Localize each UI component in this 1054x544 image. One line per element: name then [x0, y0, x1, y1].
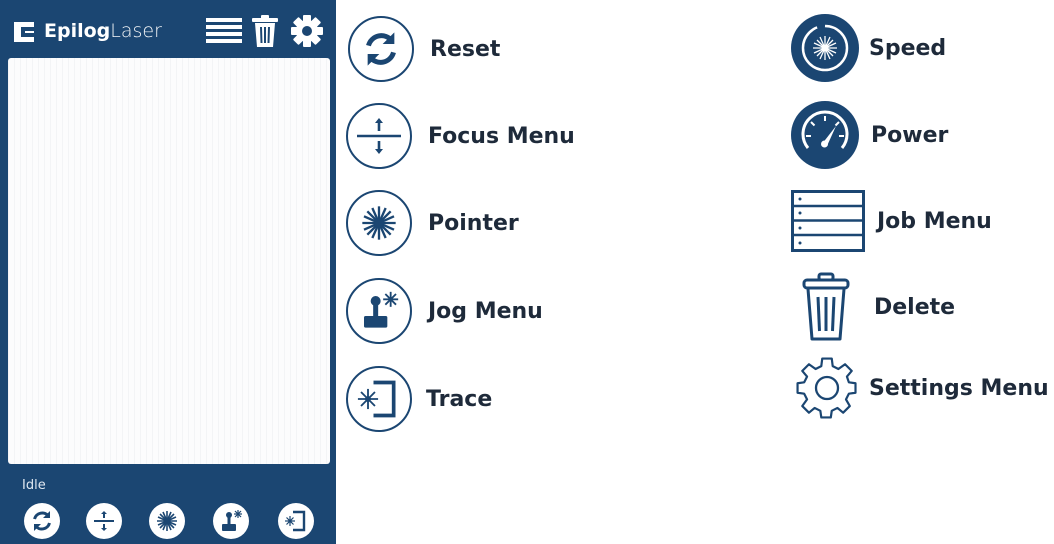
legend-label: Reset	[430, 36, 501, 62]
focus-button[interactable]	[86, 503, 122, 539]
legend-trace: Trace	[346, 366, 492, 432]
legend-pointer: Pointer	[346, 190, 519, 256]
legend-power: Power	[791, 101, 948, 169]
settings-gear-icon	[796, 357, 857, 419]
legend-label: Job Menu	[877, 208, 992, 234]
jog-button[interactable]	[213, 503, 249, 539]
job-menu-icon	[791, 190, 865, 252]
legend-label: Speed	[869, 35, 947, 61]
panel-header: EpilogLaser	[0, 0, 336, 56]
legend-label: Jog Menu	[428, 298, 543, 324]
delete-icon[interactable]	[251, 14, 279, 48]
reset-button[interactable]	[24, 503, 60, 539]
power-gauge-icon	[791, 101, 859, 169]
legend-job-menu: Job Menu	[791, 190, 992, 252]
legend-delete: Delete	[801, 272, 955, 342]
pointer-icon	[346, 190, 412, 256]
job-menu-icon[interactable]	[205, 14, 243, 48]
trace-icon	[346, 366, 412, 432]
legend-label: Power	[871, 122, 949, 148]
pointer-button[interactable]	[149, 503, 185, 539]
legend-focus-menu: Focus Menu	[346, 103, 575, 169]
delete-icon	[802, 272, 850, 341]
settings-icon[interactable]	[290, 14, 324, 48]
job-display-area	[8, 58, 330, 464]
legend-label: Settings Menu	[869, 375, 1049, 401]
jog-icon	[346, 278, 412, 344]
legend-reset: Reset	[348, 16, 500, 82]
legend-settings-menu: Settings Menu	[795, 356, 1049, 420]
status-text: Idle	[22, 478, 46, 493]
device-panel: EpilogLaser Idle	[0, 0, 336, 544]
legend-label: Delete	[874, 294, 956, 320]
legend-label: Trace	[426, 386, 493, 412]
trace-icon	[285, 510, 306, 532]
legend-speed: Speed	[791, 14, 946, 82]
trace-button[interactable]	[278, 503, 314, 539]
pointer-icon	[157, 511, 177, 531]
legend-label: Focus Menu	[428, 123, 575, 149]
app-logo: EpilogLaser	[44, 20, 162, 42]
legend-label: Pointer	[428, 210, 519, 236]
legend-jog-menu: Jog Menu	[346, 278, 543, 344]
speed-icon	[791, 14, 859, 82]
jog-icon	[222, 510, 242, 531]
epilog-logo-icon	[14, 22, 34, 42]
focus-icon	[346, 103, 412, 169]
focus-icon	[94, 511, 114, 531]
reset-icon	[348, 16, 414, 82]
reset-icon	[33, 511, 51, 531]
